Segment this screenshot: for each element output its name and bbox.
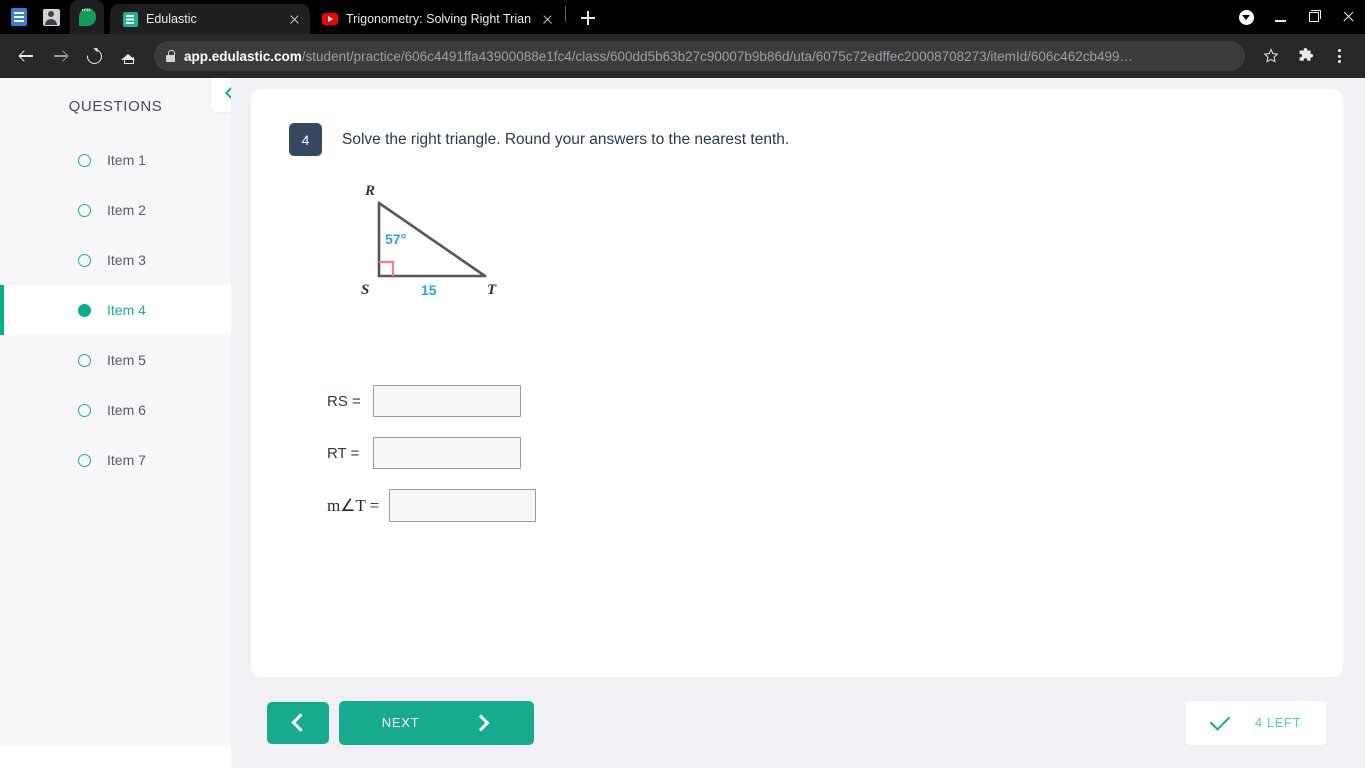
status-circle-icon: [78, 403, 91, 417]
tab-youtube[interactable]: Trigonometry: Solving Right Trian: [310, 4, 564, 34]
close-icon[interactable]: [539, 11, 555, 27]
back-arrow-icon[interactable]: [10, 40, 42, 72]
browser-window: Edulastic Trigonometry: Solving Right Tr…: [0, 0, 1365, 768]
puzzle-piece-icon[interactable]: [1289, 40, 1321, 72]
question-prompt: Solve the right triangle. Round your ans…: [342, 131, 790, 148]
chevron-left-icon: [290, 713, 310, 732]
questions-remaining-label: 4 LEFT: [1254, 715, 1302, 730]
new-tab-button[interactable]: [574, 4, 602, 32]
app-shortcuts: [0, 0, 110, 34]
questions-remaining-badge[interactable]: 4 LEFT: [1186, 700, 1326, 745]
status-circle-icon: [78, 353, 91, 367]
sidebar-item-2[interactable]: Item 2: [0, 185, 231, 235]
question-card: 4 Solve the right triangle. Round your a…: [251, 89, 1343, 677]
right-triangle-svg: R S T 57° 15: [361, 183, 497, 298]
status-circle-icon: [78, 153, 91, 167]
status-circle-icon: [78, 203, 91, 217]
youtube-icon: [322, 11, 338, 27]
sidebar-title: QUESTIONS: [68, 98, 163, 115]
check-icon: [1209, 710, 1231, 731]
sidebar-item-label: Item 3: [107, 252, 146, 268]
tab-strip: Edulastic Trigonometry: Solving Right Tr…: [0, 0, 1365, 34]
vertex-label-T: T: [487, 282, 497, 298]
contacts-shortcut-icon[interactable]: [38, 4, 64, 30]
reload-icon[interactable]: [78, 40, 110, 72]
lock-icon: [166, 50, 175, 62]
sidebar-item-label: Item 4: [107, 302, 146, 318]
sidebar-item-label: Item 2: [107, 202, 146, 218]
sidebar-item-label: Item 1: [107, 152, 146, 168]
angle-label-R: 57°: [385, 231, 406, 247]
hangouts-shortcut-icon[interactable]: [70, 0, 104, 34]
side-label-ST: 15: [421, 282, 437, 298]
window-controls: [1229, 0, 1365, 34]
edulastic-icon: [122, 11, 138, 27]
home-icon[interactable]: [112, 40, 144, 72]
questions-sidebar: QUESTIONS Item 1 Item 2 Item 3 Item 4 It…: [0, 78, 249, 745]
tab-title: Trigonometry: Solving Right Trian: [346, 12, 532, 26]
next-button-label: NEXT: [381, 715, 420, 730]
answer-fields: RS = RT = m∠T =: [327, 385, 1303, 522]
url-text: app.edulastic.com/student/practice/606c4…: [184, 49, 1133, 64]
restore-icon[interactable]: [1297, 0, 1331, 34]
sidebar-item-3[interactable]: Item 3: [0, 235, 231, 285]
three-dot-menu-icon[interactable]: [1323, 40, 1355, 72]
sidebar-item-label: Item 7: [107, 452, 146, 468]
answer-row-angle-t: m∠T =: [327, 489, 1303, 522]
answer-label-angle-t: m∠T =: [327, 495, 380, 515]
next-button[interactable]: NEXT: [339, 700, 534, 745]
main-content: 4 Solve the right triangle. Round your a…: [231, 78, 1365, 768]
address-bar[interactable]: app.edulastic.com/student/practice/606c4…: [154, 41, 1245, 71]
tab-title: Edulastic: [146, 12, 197, 26]
sidebar-item-label: Item 6: [107, 402, 146, 418]
close-icon[interactable]: [286, 11, 302, 27]
sidebar-item-7[interactable]: Item 7: [0, 435, 231, 485]
question-footer: NEXT 4 LEFT: [251, 677, 1343, 768]
answer-row-rt: RT =: [327, 437, 1303, 469]
tab-divider: [565, 6, 567, 22]
sidebar-item-4[interactable]: Item 4: [0, 285, 231, 335]
docs-shortcut-icon[interactable]: [6, 4, 32, 30]
page-body: QUESTIONS Item 1 Item 2 Item 3 Item 4 It…: [0, 78, 1365, 768]
star-icon[interactable]: [1255, 40, 1287, 72]
triangle-figure: R S T 57° 15: [337, 178, 1303, 303]
download-circle-icon[interactable]: [1229, 0, 1263, 34]
sidebar-item-1[interactable]: Item 1: [0, 135, 231, 185]
question-header: 4 Solve the right triangle. Round your a…: [289, 123, 1303, 156]
tab-edulastic[interactable]: Edulastic: [110, 4, 310, 34]
url-path: /student/practice/606c4491ffa43900088e1f…: [301, 48, 1133, 64]
answer-row-rs: RS =: [327, 385, 1303, 417]
question-number-badge: 4: [289, 123, 322, 156]
status-circle-icon: [78, 253, 91, 267]
answer-input-rt[interactable]: [373, 437, 521, 469]
forward-arrow-icon[interactable]: [44, 40, 76, 72]
close-icon[interactable]: [1331, 0, 1365, 34]
previous-button[interactable]: [267, 701, 329, 744]
vertex-label-R: R: [364, 183, 375, 199]
browser-toolbar: app.edulastic.com/student/practice/606c4…: [0, 34, 1365, 78]
minimize-icon[interactable]: [1263, 0, 1297, 34]
answer-label-rs: RS =: [327, 392, 361, 410]
sidebar-item-6[interactable]: Item 6: [0, 385, 231, 435]
url-host: app.edulastic.com: [184, 48, 302, 64]
answer-input-rs[interactable]: [373, 385, 521, 417]
status-circle-icon: [78, 453, 91, 467]
answer-label-rt: RT =: [327, 444, 360, 462]
vertex-label-S: S: [361, 282, 369, 298]
status-circle-filled-icon: [78, 303, 91, 317]
chevron-right-icon: [472, 714, 490, 731]
answer-input-angle-t[interactable]: [389, 489, 536, 522]
sidebar-item-5[interactable]: Item 5: [0, 335, 231, 385]
sidebar-item-label: Item 5: [107, 352, 146, 368]
